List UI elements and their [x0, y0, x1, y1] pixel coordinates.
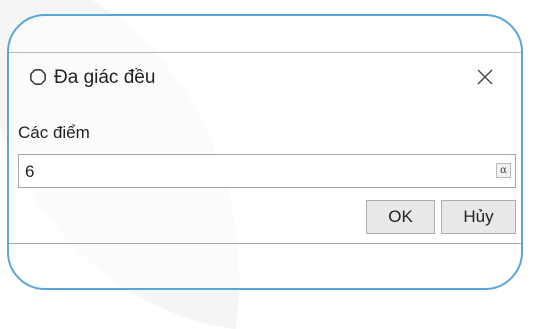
rounded-frame: Đa giác đều Các điểm α OK Hủy — [7, 14, 523, 290]
ok-button[interactable]: OK — [366, 200, 435, 234]
points-input[interactable] — [19, 155, 479, 187]
points-label: Các điểm — [18, 123, 90, 142]
dialog-title-bar: Đa giác đều — [9, 53, 521, 105]
points-input-box: α — [18, 154, 516, 188]
polygon-icon — [29, 69, 47, 86]
window-bottom-edge — [9, 243, 521, 244]
close-icon — [477, 69, 493, 85]
regular-polygon-dialog: Đa giác đều Các điểm α OK Hủy — [9, 53, 521, 288]
dialog-title: Đa giác đều — [54, 67, 156, 88]
symbol-keyboard-button[interactable]: α — [496, 163, 511, 178]
close-button[interactable] — [471, 63, 499, 91]
cancel-button[interactable]: Hủy — [441, 200, 516, 234]
